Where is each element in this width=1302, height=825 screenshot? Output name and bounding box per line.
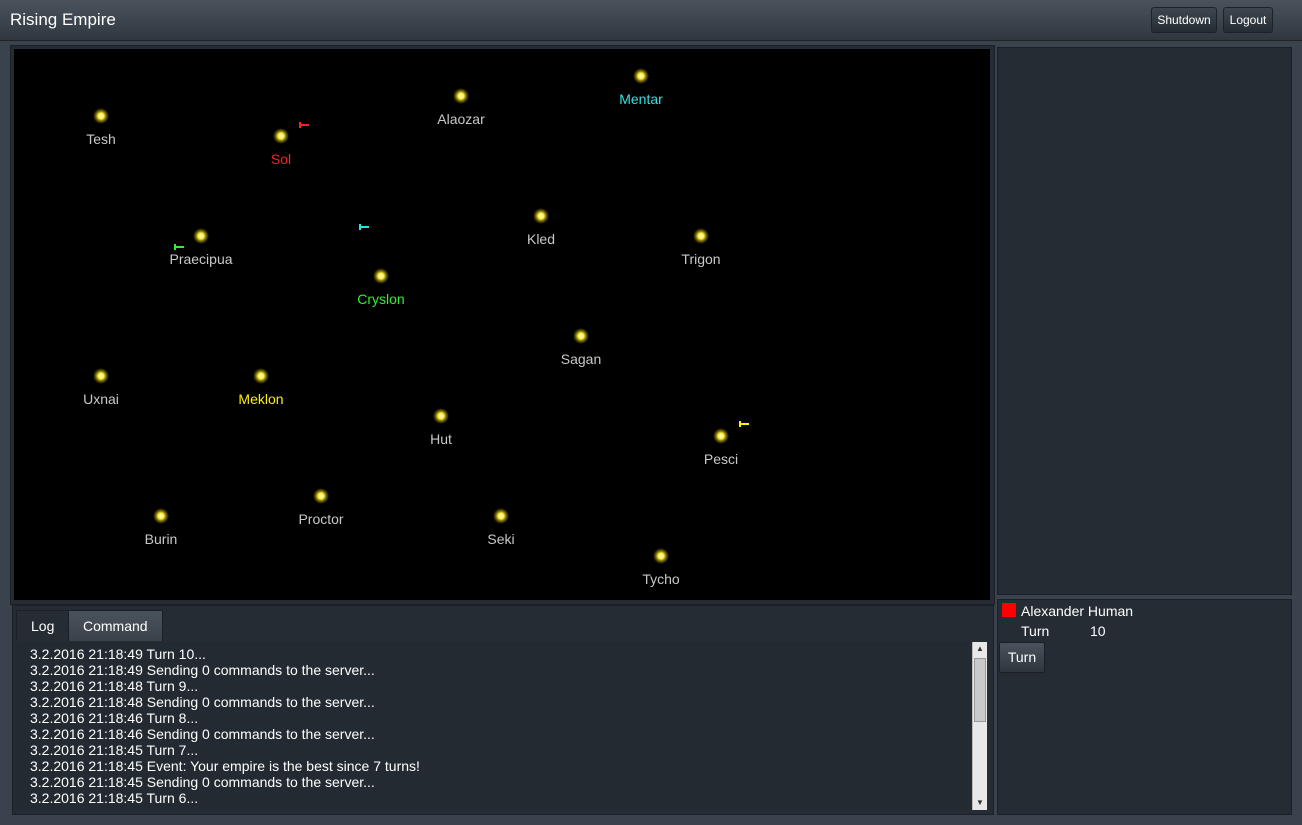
star-icon[interactable]	[153, 508, 169, 524]
star-icon[interactable]	[93, 368, 109, 384]
turn-value: 10	[1090, 623, 1106, 639]
system-label: Tycho	[642, 571, 680, 587]
star-icon[interactable]	[713, 428, 729, 444]
star-icon[interactable]	[253, 368, 269, 384]
star-icon[interactable]	[373, 268, 389, 284]
system-label: Burin	[144, 531, 178, 547]
system-label: Tesh	[86, 131, 116, 147]
detail-panel	[997, 47, 1292, 595]
fleet-icon[interactable]	[359, 224, 369, 230]
system-label: Alaozar	[437, 111, 485, 127]
title-bar: Rising Empire Shutdown Logout	[0, 0, 1302, 41]
log-line: 3.2.2016 21:18:48 Sending 0 commands to …	[30, 694, 375, 710]
log-line: 3.2.2016 21:18:48 Turn 9...	[30, 678, 199, 694]
log-line: 3.2.2016 21:18:45 Turn 7...	[30, 742, 199, 758]
turn-label: Turn	[1021, 623, 1050, 639]
log-line: 3.2.2016 21:18:45 Sending 0 commands to …	[30, 774, 375, 790]
star-icon[interactable]	[273, 128, 289, 144]
system-label: Trigon	[681, 251, 721, 267]
system-label: Sol	[270, 151, 292, 167]
system-label: Sagan	[560, 351, 602, 367]
galaxy-map[interactable]: Tesh Sol Alaozar Mentar Praecipua Kled Trigon C…	[14, 49, 990, 600]
player-color-swatch	[1002, 603, 1016, 617]
fleet-icon[interactable]	[174, 244, 184, 250]
star-icon[interactable]	[533, 208, 549, 224]
log-list: 3.2.2016 21:18:49 Turn 10... 3.2.2016 21…	[16, 642, 972, 810]
system-label: Meklon	[238, 391, 284, 407]
star-icon[interactable]	[493, 508, 509, 524]
log-line: 3.2.2016 21:18:46 Turn 8...	[30, 710, 199, 726]
log-scrollbar[interactable]: ▲ ▼	[972, 642, 987, 810]
system-label: Hut	[430, 431, 452, 447]
star-icon[interactable]	[453, 88, 469, 104]
log-line: 3.2.2016 21:18:45 Turn 6...	[30, 790, 199, 806]
log-line: 3.2.2016 21:18:49 Sending 0 commands to …	[30, 662, 375, 678]
scroll-up-icon[interactable]: ▲	[973, 642, 987, 656]
star-icon[interactable]	[433, 408, 449, 424]
system-label: Cryslon	[357, 291, 405, 307]
system-label: Praecipua	[169, 251, 233, 267]
star-icon[interactable]	[313, 488, 329, 504]
star-icon[interactable]	[573, 328, 589, 344]
log-line: 3.2.2016 21:18:49 Turn 10...	[30, 646, 206, 662]
tab-command-list[interactable]: Command List	[68, 610, 163, 664]
logout-button[interactable]: Logout	[1223, 7, 1273, 33]
fleet-icon[interactable]	[299, 122, 309, 128]
system-label: Pesci	[703, 451, 739, 467]
star-icon[interactable]	[633, 68, 649, 84]
log-line: 3.2.2016 21:18:46 Sending 0 commands to …	[30, 726, 375, 742]
player-name: Alexander Human	[1021, 603, 1134, 619]
star-icon[interactable]	[653, 548, 669, 564]
fleet-icon[interactable]	[739, 421, 749, 427]
system-label: Uxnai	[83, 391, 119, 407]
app-title: Rising Empire	[10, 10, 116, 29]
scroll-thumb[interactable]	[974, 658, 986, 722]
star-icon[interactable]	[193, 228, 209, 244]
tab-log[interactable]: Log	[16, 610, 70, 641]
star-icon[interactable]	[93, 108, 109, 124]
system-label: Proctor	[298, 511, 344, 527]
system-label: Kled	[526, 231, 556, 247]
star-icon[interactable]	[693, 228, 709, 244]
end-turn-button[interactable]: Turn	[999, 642, 1045, 673]
shutdown-button[interactable]: Shutdown	[1151, 7, 1217, 33]
system-label: Seki	[487, 531, 515, 547]
scroll-down-icon[interactable]: ▼	[973, 796, 987, 810]
log-line: 3.2.2016 21:18:45 Event: Your empire is …	[30, 758, 420, 774]
system-label: Mentar	[619, 91, 663, 107]
